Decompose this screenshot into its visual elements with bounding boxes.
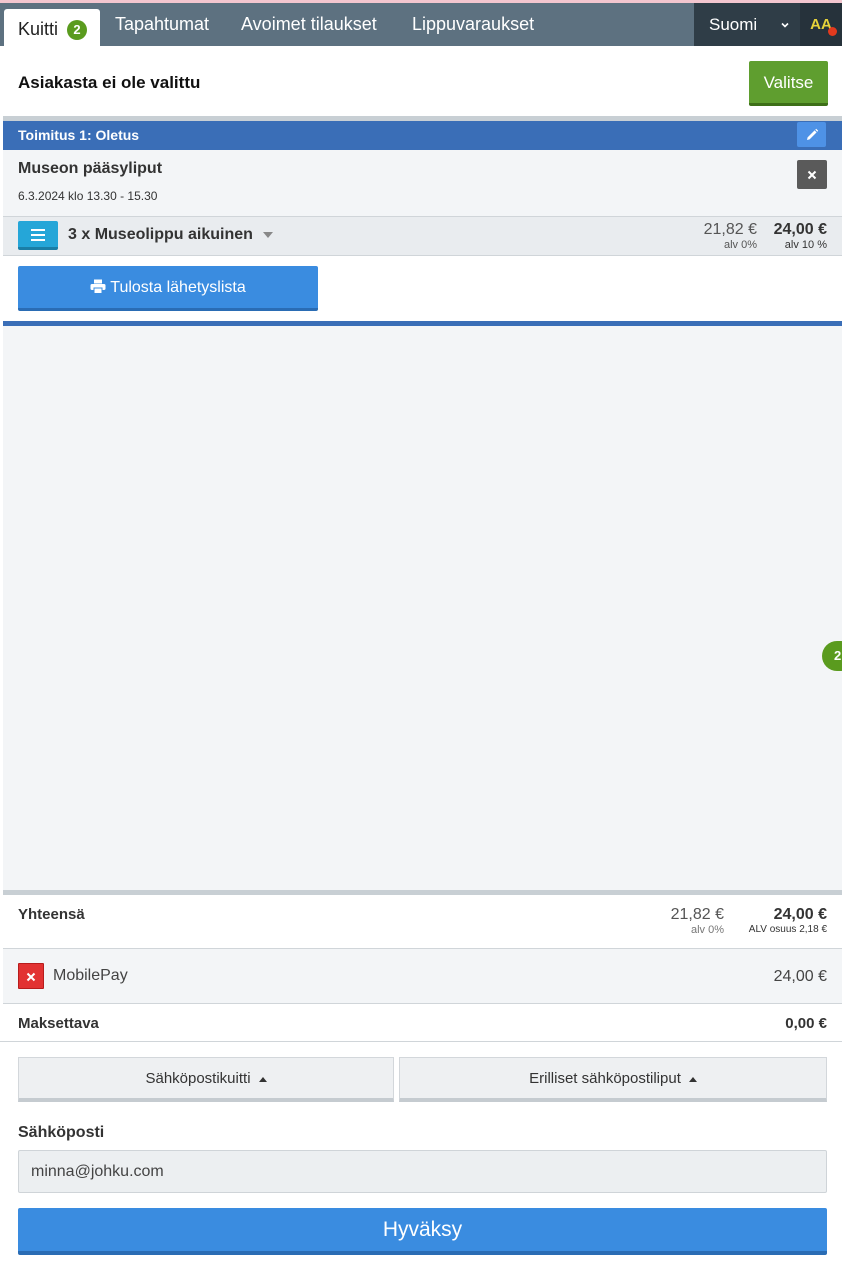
email-receipt-button[interactable]: Sähköpostikuitti xyxy=(18,1057,394,1102)
tab-lippuvaraukset[interactable]: Lippuvaraukset xyxy=(412,3,534,46)
caret-down-icon xyxy=(262,231,273,238)
ticket-net-price: 21,82 € alv 0% xyxy=(704,221,757,251)
amount-due-label: Maksettava xyxy=(18,1015,99,1032)
payment-method: MobilePay xyxy=(53,967,128,984)
delivery-title: Toimitus 1: Oletus xyxy=(18,127,140,143)
remove-payment-button[interactable] xyxy=(18,963,44,989)
email-input[interactable] xyxy=(18,1150,827,1193)
print-packing-list-button[interactable]: Tulosta lähetyslista xyxy=(18,266,318,311)
close-icon xyxy=(807,171,817,180)
event-name: Museon pääsyliput xyxy=(18,160,163,177)
delivery-header: Toimitus 1: Oletus xyxy=(3,121,842,150)
totals-net-vat: alv 0% xyxy=(690,924,724,936)
gross-price-value: 24,00 € xyxy=(773,221,827,238)
net-price-value: 21,82 € xyxy=(703,221,757,238)
ticket-row: 3 x Museolippu aikuinen 21,82 € alv 0% 2… xyxy=(3,216,842,256)
font-size-toggle[interactable]: AA xyxy=(800,3,842,46)
tab-tapahtumat[interactable]: Tapahtumat xyxy=(115,3,209,46)
totals-net: 21,82 € alv 0% xyxy=(671,906,724,936)
tab-kuitti[interactable]: Kuitti 2 xyxy=(4,9,100,49)
amount-due-value: 0,00 € xyxy=(785,1015,827,1032)
print-row: Tulosta lähetyslista xyxy=(3,256,842,321)
receipt-empty-area xyxy=(3,326,842,890)
gross-vat-label: alv 10 % xyxy=(784,239,827,251)
totals-vat-share: ALV osuus 2,18 € xyxy=(748,924,827,935)
net-vat-label: alv 0% xyxy=(723,239,757,251)
payment-amount: 24,00 € xyxy=(773,968,827,985)
ticket-label: 3 x Museolippu aikuinen xyxy=(68,226,253,243)
select-customer-button[interactable]: Valitse xyxy=(749,61,828,106)
language-select[interactable]: Suomi xyxy=(694,3,800,46)
separate-email-tickets-button[interactable]: Erilliset sähköpostiliput xyxy=(399,1057,827,1102)
customer-label: Asiakasta ei ole valittu xyxy=(18,73,201,92)
tab-avoimet-tilaukset[interactable]: Avoimet tilaukset xyxy=(241,3,377,46)
ticket-menu-button[interactable] xyxy=(18,221,58,250)
accept-button[interactable]: Hyväksy xyxy=(18,1208,827,1255)
chevron-down-icon xyxy=(780,3,790,46)
caret-up-icon xyxy=(688,1076,697,1082)
payment-row: MobilePay 24,00 € xyxy=(3,948,842,1004)
notification-dot-icon xyxy=(828,27,837,36)
email-label: Sähköposti xyxy=(18,1124,105,1141)
tab-label: Kuitti xyxy=(18,19,59,39)
printer-icon xyxy=(90,279,106,294)
customer-row: Asiakasta ei ole valittu Valitse xyxy=(0,46,842,118)
email-receipt-label: Sähköpostikuitti xyxy=(145,1070,251,1087)
totals-row: Yhteensä 21,82 € alv 0% 24,00 € ALV osuu… xyxy=(0,895,842,948)
totals-net-value: 21,82 € xyxy=(670,906,724,923)
caret-up-icon xyxy=(258,1076,267,1082)
edit-delivery-button[interactable] xyxy=(797,122,826,147)
language-value: Suomi xyxy=(709,15,758,34)
close-icon xyxy=(26,973,36,982)
ticket-gross-price: 24,00 € alv 10 % xyxy=(774,221,827,251)
event-datetime: 6.3.2024 klo 13.30 - 15.30 xyxy=(18,189,158,203)
totals-gross: 24,00 € ALV osuus 2,18 € xyxy=(749,906,827,936)
hamburger-icon xyxy=(31,229,45,231)
amount-due-row: Maksettava 0,00 € xyxy=(0,1004,842,1042)
top-navigation: Kuitti 2 Tapahtumat Avoimet tilaukset Li… xyxy=(0,0,842,49)
ticket-dropdown[interactable]: 3 x Museolippu aikuinen xyxy=(68,226,273,244)
separate-email-tickets-label: Erilliset sähköpostiliput xyxy=(529,1070,681,1087)
event-row: Museon pääsyliput 6.3.2024 klo 13.30 - 1… xyxy=(3,150,842,216)
totals-gross-value: 24,00 € xyxy=(773,906,827,923)
totals-label: Yhteensä xyxy=(18,906,85,923)
remove-event-button[interactable] xyxy=(797,160,827,189)
pencil-icon xyxy=(806,128,818,140)
print-button-label: Tulosta lähetyslista xyxy=(110,279,246,296)
receipt-count-badge: 2 xyxy=(67,20,88,41)
